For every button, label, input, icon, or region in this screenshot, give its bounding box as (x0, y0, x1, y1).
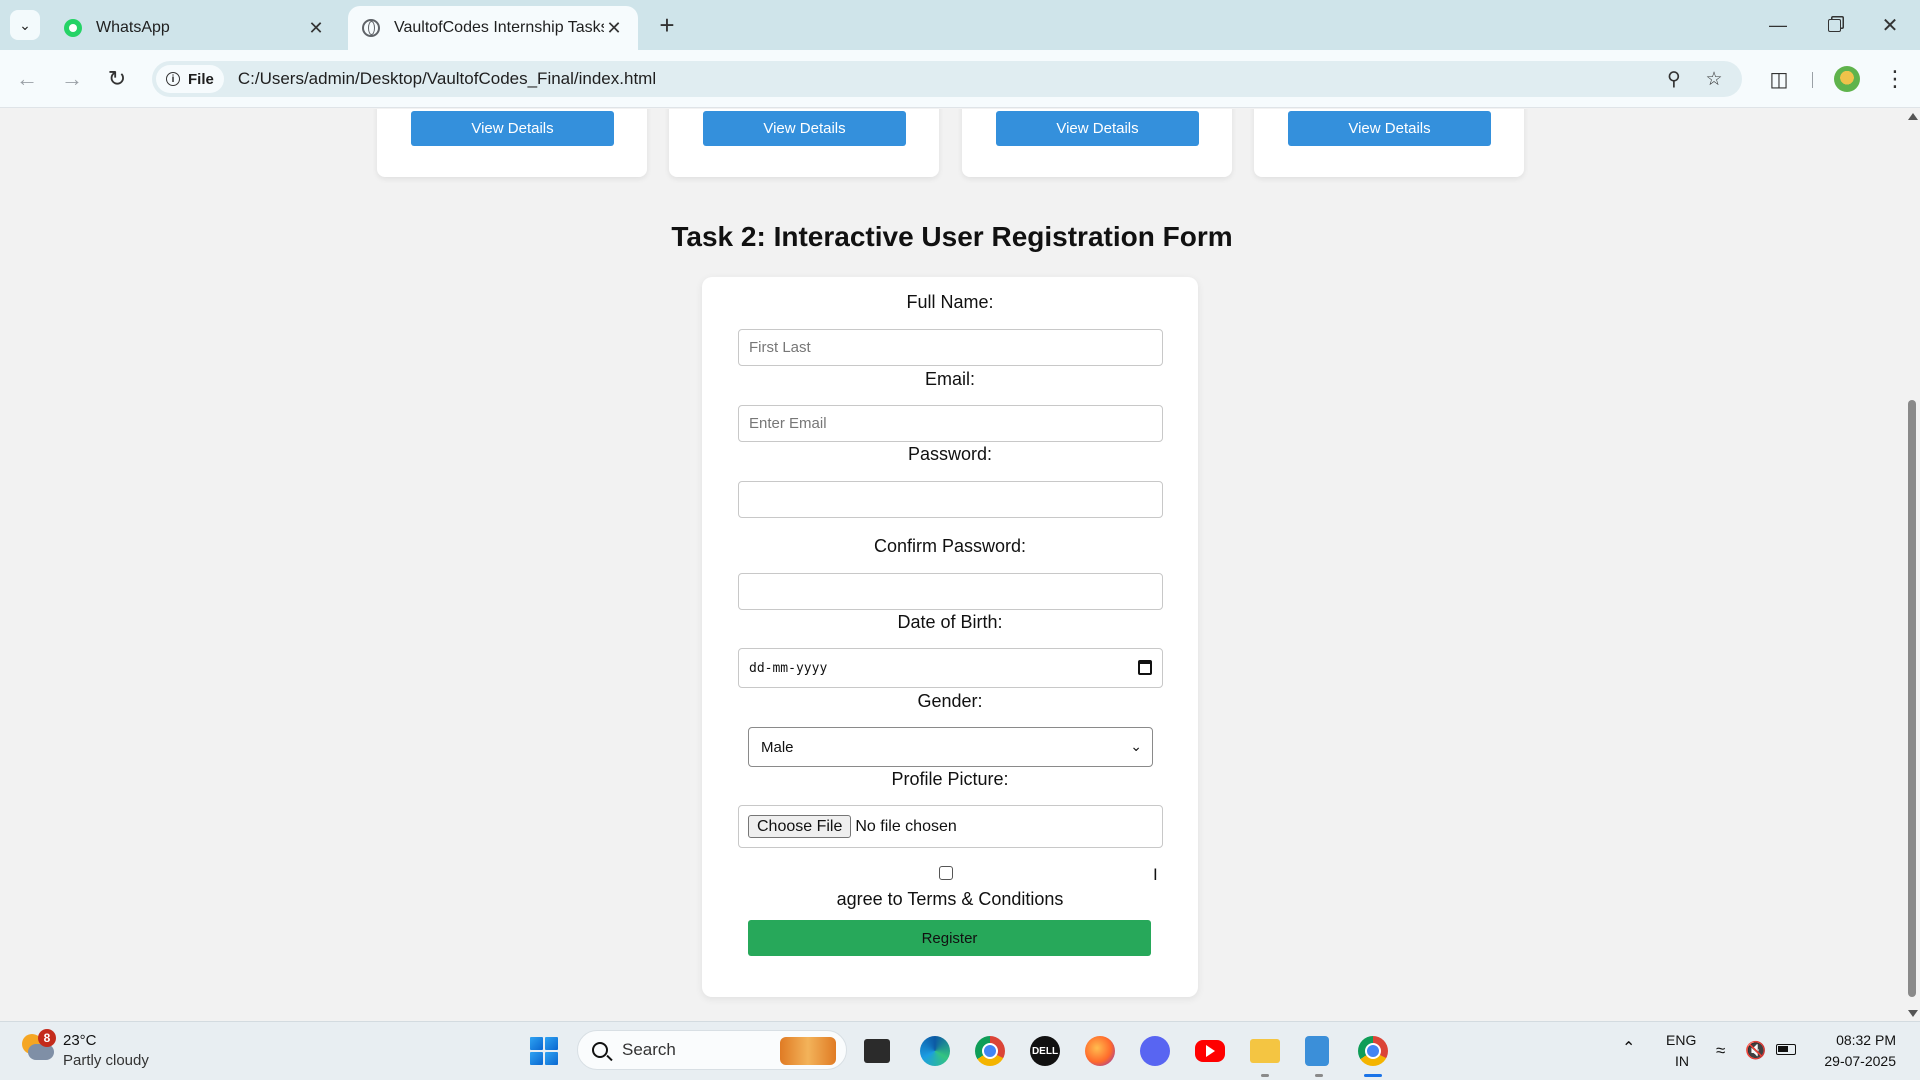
scroll-down-arrow-icon[interactable] (1908, 1010, 1918, 1017)
address-bar[interactable]: i File C:/Users/admin/Desktop/VaultofCod… (152, 61, 1742, 97)
text-cursor: I (1153, 865, 1158, 884)
scroll-up-arrow-icon[interactable] (1908, 113, 1918, 120)
choose-file-button[interactable]: Choose File (748, 815, 852, 838)
view-details-button[interactable]: View Details (703, 111, 906, 146)
dob-value: dd-mm-yyyy (749, 660, 828, 676)
profile-picture-label: Profile Picture: (891, 769, 1009, 789)
view-details-button[interactable]: View Details (996, 111, 1199, 146)
tab-whatsapp[interactable]: WhatsApp ✕ (50, 6, 340, 50)
youtube-icon[interactable] (1195, 1040, 1225, 1062)
calendar-icon[interactable] (1138, 660, 1152, 675)
confirm-password-label: Confirm Password: (873, 536, 1027, 556)
weather-badge: 8 (38, 1029, 56, 1047)
full-name-label: Full Name: (906, 292, 994, 312)
battery-icon[interactable] (1776, 1044, 1796, 1055)
close-tab-icon[interactable]: ✕ (306, 18, 326, 39)
clock-date[interactable]: 29-07-2025 (1812, 1053, 1896, 1069)
email-input[interactable] (738, 405, 1163, 442)
browser-toolbar: ← → ↻ i File C:/Users/admin/Desktop/Vaul… (0, 50, 1920, 108)
chevron-down-icon: ⌄ (1130, 738, 1142, 754)
minimize-icon[interactable]: — (1758, 8, 1798, 42)
clock-time[interactable]: 08:32 PM (1832, 1032, 1896, 1048)
new-tab-icon[interactable]: + (652, 10, 682, 40)
url-text[interactable]: C:/Users/admin/Desktop/VaultofCodes_Fina… (238, 69, 656, 89)
info-icon: i (166, 72, 180, 86)
volume-muted-icon[interactable]: 🔇 (1745, 1041, 1766, 1061)
active-app-indicator (1364, 1074, 1382, 1077)
gender-select[interactable]: Male ⌄ (748, 727, 1153, 767)
toolbar-divider (1812, 72, 1813, 88)
search-label: Search (622, 1040, 676, 1059)
page-viewport: View Details View Details View Details V… (0, 109, 1904, 1021)
language-indicator[interactable]: ENG (1666, 1032, 1696, 1048)
view-details-button[interactable]: View Details (1288, 111, 1491, 146)
forward-arrow-icon[interactable]: → (55, 62, 89, 96)
restore-icon[interactable] (1814, 8, 1854, 42)
section-title: Task 2: Interactive User Registration Fo… (671, 221, 1233, 252)
site-chip-label: File (188, 70, 214, 88)
task-card: View Details (669, 109, 939, 177)
task-card: View Details (962, 109, 1232, 177)
dell-icon[interactable]: DELL (1030, 1036, 1060, 1066)
file-status-text: No file chosen (855, 817, 957, 835)
tab-strip: ⌄ WhatsApp ✕ VaultofCodes Internship Tas… (0, 0, 1920, 50)
gender-label: Gender: (917, 691, 983, 711)
register-button[interactable]: Register (748, 920, 1151, 956)
edge-icon[interactable] (920, 1036, 950, 1066)
tab-title: VaultofCodes Internship Tasks (394, 19, 604, 36)
chevron-up-icon[interactable]: ⌃ (1622, 1038, 1635, 1058)
chrome-profile-icon[interactable] (1358, 1036, 1388, 1066)
email-label: Email: (924, 369, 975, 389)
password-input[interactable] (738, 481, 1163, 518)
file-explorer-icon[interactable] (1250, 1039, 1280, 1063)
tab-title: WhatsApp (96, 19, 170, 36)
wifi-icon[interactable]: ≈ (1716, 1041, 1725, 1061)
close-window-icon[interactable]: ✕ (1870, 8, 1910, 42)
registration-form: Full Name: Email: Password: Confirm Pass… (702, 277, 1198, 997)
running-indicator (1261, 1074, 1269, 1077)
chrome-icon[interactable] (975, 1036, 1005, 1066)
whatsapp-icon (64, 19, 82, 37)
extensions-icon[interactable]: ◫ (1766, 66, 1792, 92)
reload-icon[interactable]: ↻ (100, 62, 134, 96)
tab-vaultofcodes[interactable]: VaultofCodes Internship Tasks ✕ (348, 6, 638, 50)
gender-selected-value: Male (761, 738, 794, 756)
close-tab-icon[interactable]: ✕ (604, 18, 624, 39)
windows-start-icon[interactable] (530, 1037, 558, 1065)
windows-taskbar: 8 23°C Partly cloudy Search DELL ⌃ ENG I… (0, 1021, 1920, 1080)
terms-checkbox[interactable] (939, 866, 953, 880)
search-highlight-tiger-icon (780, 1037, 836, 1065)
password-label: Password: (907, 444, 993, 464)
language-region[interactable]: IN (1675, 1053, 1689, 1069)
task-view-icon[interactable] (864, 1039, 890, 1063)
dob-input[interactable]: dd-mm-yyyy (738, 648, 1163, 688)
taskbar-search[interactable]: Search (577, 1030, 847, 1070)
bookmark-star-icon[interactable]: ☆ (1702, 67, 1726, 91)
page-scrollbar[interactable] (1904, 109, 1920, 1021)
search-icon (592, 1042, 608, 1058)
scroll-thumb[interactable] (1908, 400, 1916, 997)
back-arrow-icon[interactable]: ← (10, 62, 44, 96)
running-indicator (1315, 1074, 1323, 1077)
profile-picture-input[interactable]: Choose File No file chosen (738, 805, 1163, 848)
globe-icon (362, 19, 380, 37)
task-card: View Details (377, 109, 647, 177)
confirm-password-input[interactable] (738, 573, 1163, 610)
more-menu-icon[interactable]: ⋮ (1880, 64, 1910, 94)
site-info-chip[interactable]: i File (156, 65, 224, 93)
zoom-icon[interactable]: ⚲ (1662, 67, 1686, 91)
notepad-icon[interactable] (1305, 1036, 1329, 1066)
weather-description[interactable]: Partly cloudy (63, 1052, 149, 1069)
terms-label: agree to Terms & Conditions (836, 889, 1064, 909)
full-name-input[interactable] (738, 329, 1163, 366)
firefox-icon[interactable] (1085, 1036, 1115, 1066)
avatar[interactable] (1834, 66, 1860, 92)
tab-search-chevron-icon[interactable]: ⌄ (10, 10, 40, 40)
weather-temperature[interactable]: 23°C (63, 1032, 97, 1049)
view-details-button[interactable]: View Details (411, 111, 614, 146)
task-card: View Details (1254, 109, 1524, 177)
discord-icon[interactable] (1140, 1036, 1170, 1066)
dob-label: Date of Birth: (897, 612, 1003, 632)
